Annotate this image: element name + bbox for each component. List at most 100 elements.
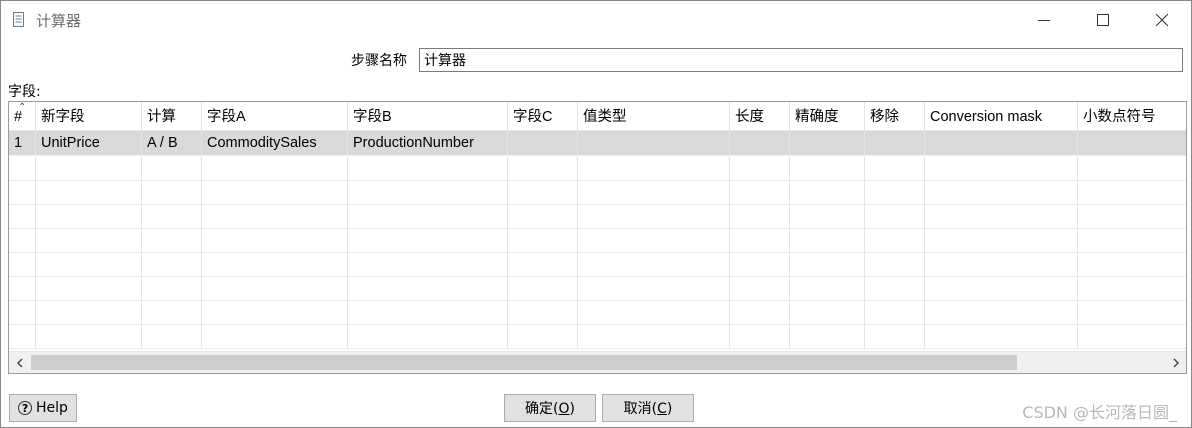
- scroll-left-button[interactable]: [9, 352, 30, 373]
- empty-cell[interactable]: [790, 276, 865, 300]
- column-header-remove[interactable]: 移除: [865, 102, 925, 130]
- empty-cell[interactable]: [202, 156, 348, 180]
- empty-cell[interactable]: [36, 252, 142, 276]
- empty-cell[interactable]: [790, 204, 865, 228]
- empty-cell[interactable]: [925, 276, 1078, 300]
- empty-cell[interactable]: [202, 180, 348, 204]
- empty-cell[interactable]: [508, 324, 578, 348]
- empty-cell[interactable]: [865, 276, 925, 300]
- empty-table-row[interactable]: [9, 204, 1186, 229]
- empty-cell[interactable]: [202, 252, 348, 276]
- table-row[interactable]: 1 UnitPrice A / B CommoditySales Product…: [9, 131, 1186, 156]
- empty-cell[interactable]: [36, 180, 142, 204]
- new-field-cell[interactable]: UnitPrice: [36, 131, 142, 155]
- empty-cell[interactable]: [36, 300, 142, 324]
- empty-cell[interactable]: [730, 252, 790, 276]
- column-header-decimal-symbol[interactable]: 小数点符号: [1078, 102, 1186, 130]
- empty-cell[interactable]: [1078, 276, 1186, 300]
- scroll-right-button[interactable]: [1165, 352, 1186, 373]
- empty-table-row[interactable]: [9, 324, 1186, 349]
- decimal-symbol-cell[interactable]: [1078, 131, 1186, 155]
- field-a-cell[interactable]: CommoditySales: [202, 131, 348, 155]
- empty-cell[interactable]: [202, 204, 348, 228]
- empty-cell[interactable]: [36, 276, 142, 300]
- empty-cell[interactable]: [508, 204, 578, 228]
- length-cell[interactable]: [730, 131, 790, 155]
- horizontal-scrollbar[interactable]: [9, 351, 1186, 373]
- column-header-length[interactable]: 长度: [730, 102, 790, 130]
- empty-cell[interactable]: [508, 252, 578, 276]
- empty-cell[interactable]: [578, 276, 730, 300]
- empty-table-row[interactable]: [9, 252, 1186, 277]
- value-type-cell[interactable]: [578, 131, 730, 155]
- empty-cell[interactable]: [925, 156, 1078, 180]
- empty-cell[interactable]: [865, 300, 925, 324]
- empty-cell[interactable]: [1078, 156, 1186, 180]
- empty-cell[interactable]: [9, 156, 36, 180]
- column-header-conversion-mask[interactable]: Conversion mask: [925, 102, 1078, 130]
- empty-cell[interactable]: [508, 276, 578, 300]
- empty-cell[interactable]: [202, 300, 348, 324]
- remove-cell[interactable]: [865, 131, 925, 155]
- empty-cell[interactable]: [142, 276, 202, 300]
- empty-cell[interactable]: [348, 276, 508, 300]
- empty-cell[interactable]: [142, 156, 202, 180]
- empty-cell[interactable]: [142, 228, 202, 252]
- column-header-field-b[interactable]: 字段B: [348, 102, 508, 130]
- empty-cell[interactable]: [348, 300, 508, 324]
- conversion-mask-cell[interactable]: [925, 131, 1078, 155]
- empty-cell[interactable]: [9, 204, 36, 228]
- minimize-button[interactable]: [1021, 1, 1067, 39]
- empty-cell[interactable]: [865, 228, 925, 252]
- empty-cell[interactable]: [925, 228, 1078, 252]
- empty-cell[interactable]: [730, 276, 790, 300]
- column-header-calculation[interactable]: 计算: [142, 102, 202, 130]
- empty-table-row[interactable]: [9, 180, 1186, 205]
- empty-cell[interactable]: [578, 228, 730, 252]
- empty-cell[interactable]: [348, 156, 508, 180]
- column-header-field-a[interactable]: 字段A: [202, 102, 348, 130]
- empty-cell[interactable]: [36, 228, 142, 252]
- empty-cell[interactable]: [142, 252, 202, 276]
- empty-cell[interactable]: [202, 276, 348, 300]
- empty-cell[interactable]: [1078, 300, 1186, 324]
- empty-cell[interactable]: [1078, 204, 1186, 228]
- cancel-button[interactable]: 取消(C): [602, 394, 694, 422]
- column-header-value-type[interactable]: 值类型: [578, 102, 730, 130]
- empty-cell[interactable]: [925, 252, 1078, 276]
- ok-button[interactable]: 确定(O): [504, 394, 596, 422]
- empty-cell[interactable]: [865, 156, 925, 180]
- empty-cell[interactable]: [865, 324, 925, 348]
- close-button[interactable]: [1139, 1, 1185, 39]
- empty-cell[interactable]: [790, 228, 865, 252]
- empty-cell[interactable]: [790, 300, 865, 324]
- calculation-cell[interactable]: A / B: [142, 131, 202, 155]
- empty-cell[interactable]: [578, 204, 730, 228]
- empty-cell[interactable]: [142, 180, 202, 204]
- empty-cell[interactable]: [348, 252, 508, 276]
- empty-cell[interactable]: [142, 204, 202, 228]
- empty-cell[interactable]: [202, 324, 348, 348]
- column-header-new-field[interactable]: 新字段: [36, 102, 142, 130]
- empty-cell[interactable]: [730, 156, 790, 180]
- empty-cell[interactable]: [142, 324, 202, 348]
- empty-cell[interactable]: [508, 180, 578, 204]
- empty-cell[interactable]: [348, 204, 508, 228]
- empty-cell[interactable]: [578, 156, 730, 180]
- scrollbar-thumb[interactable]: [31, 355, 1017, 370]
- empty-cell[interactable]: [790, 156, 865, 180]
- empty-cell[interactable]: [925, 180, 1078, 204]
- empty-cell[interactable]: [865, 180, 925, 204]
- empty-cell[interactable]: [790, 324, 865, 348]
- empty-cell[interactable]: [730, 300, 790, 324]
- help-button[interactable]: ? Help: [9, 394, 77, 422]
- empty-cell[interactable]: [36, 204, 142, 228]
- empty-cell[interactable]: [730, 324, 790, 348]
- empty-cell[interactable]: [790, 180, 865, 204]
- empty-cell[interactable]: [790, 252, 865, 276]
- empty-cell[interactable]: [1078, 324, 1186, 348]
- empty-cell[interactable]: [925, 300, 1078, 324]
- empty-cell[interactable]: [1078, 228, 1186, 252]
- empty-table-row[interactable]: [9, 156, 1186, 181]
- empty-cell[interactable]: [9, 252, 36, 276]
